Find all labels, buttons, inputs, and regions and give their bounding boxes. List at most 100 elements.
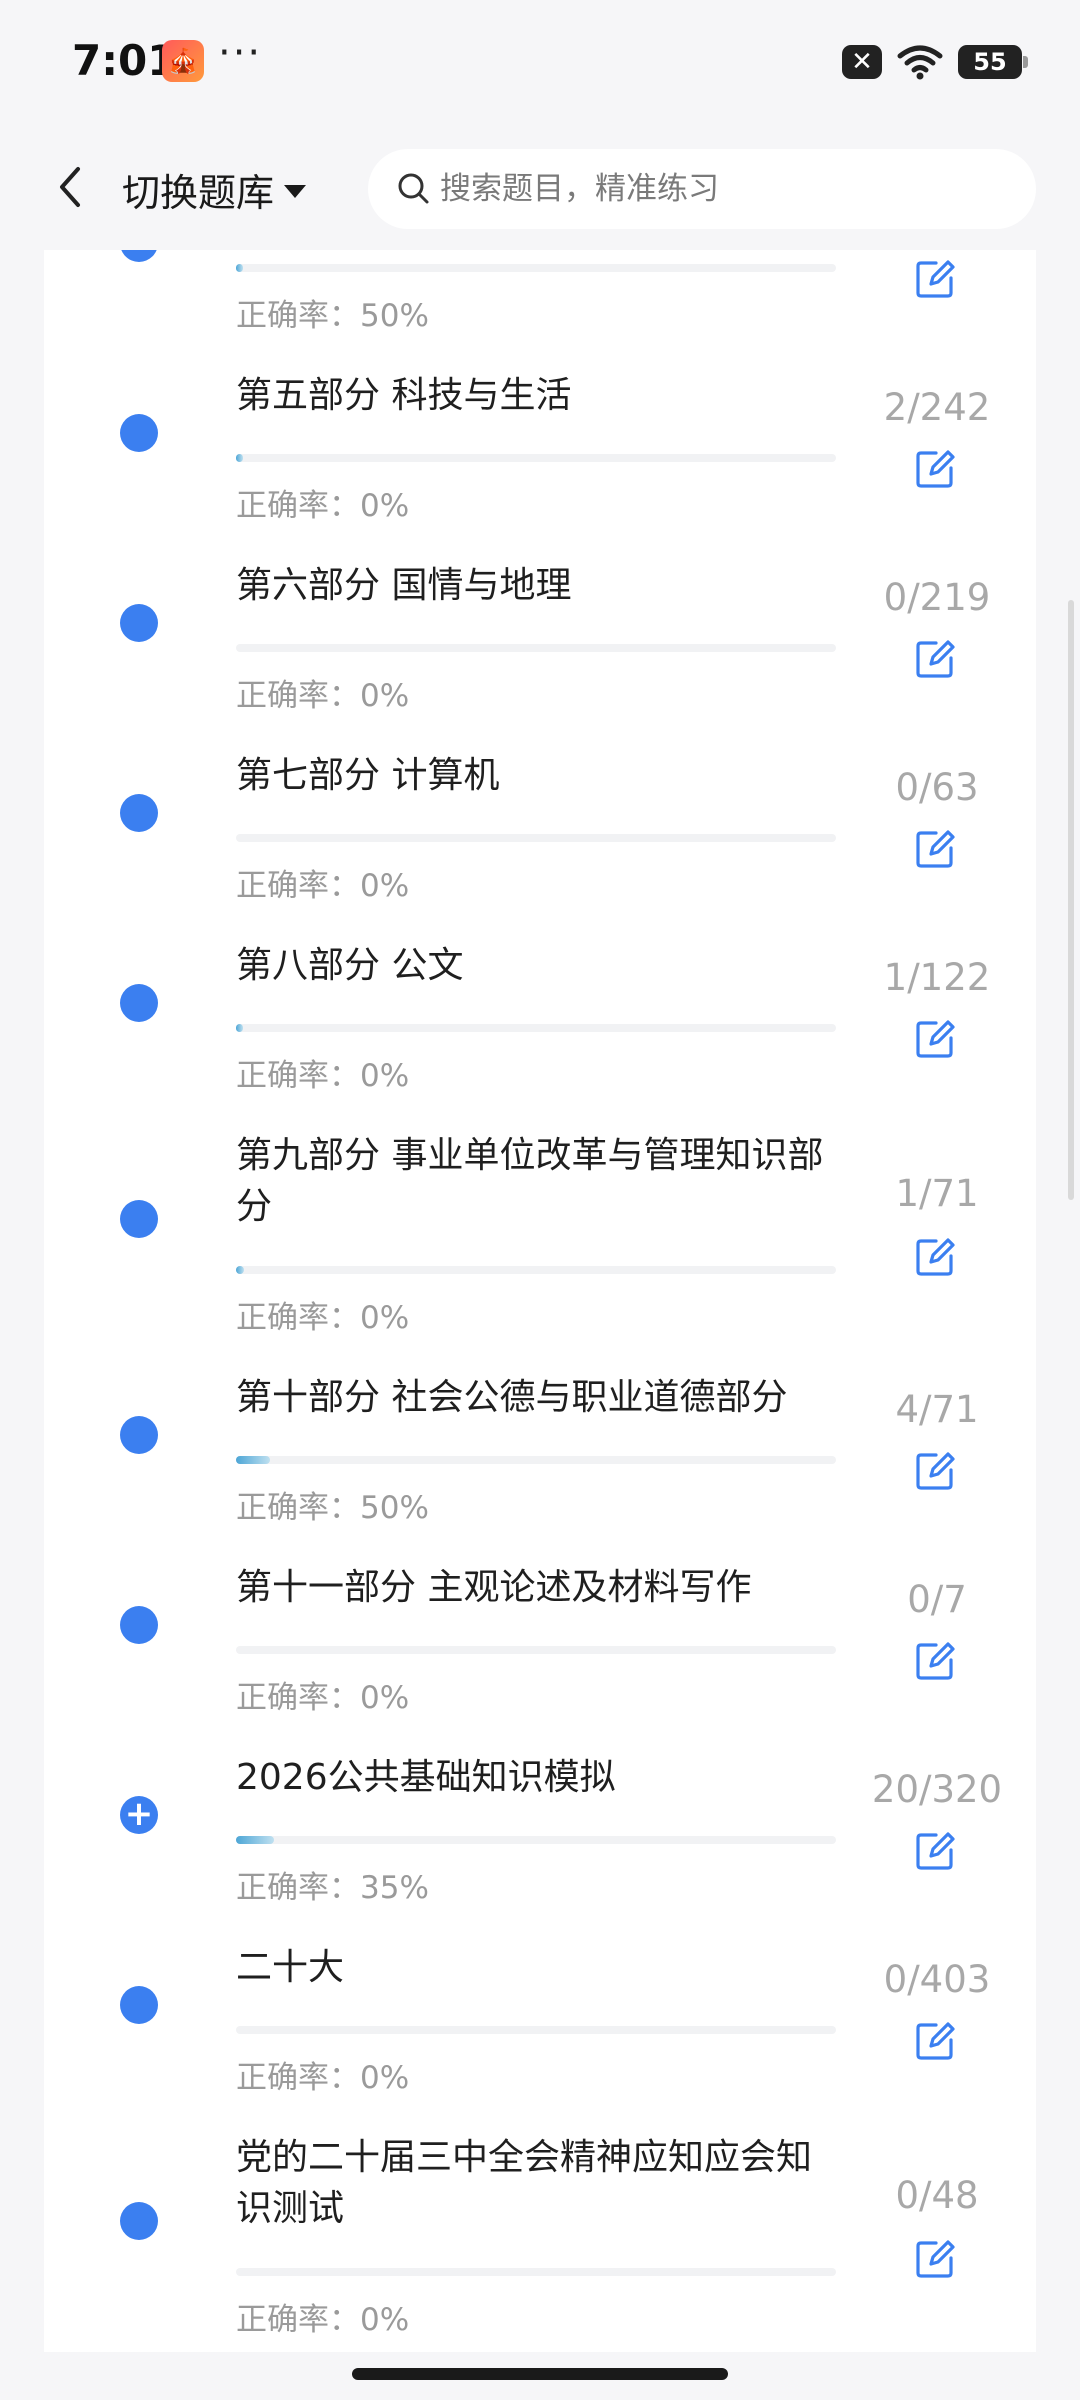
status-dot [120,794,158,832]
chapter-title: 第十部分 社会公德与职业道德部分 [236,1377,788,1418]
chapter-title: 二十大 [236,1947,345,1988]
chapter-list: 正确率：50%1/255 第五部分 科技与生活正确率：0% 2/242 第六部分 国情… [44,250,1036,2342]
progress-bar [236,1646,836,1654]
search-icon [398,173,429,204]
accuracy-rate: 正确率：0% [236,2060,410,2096]
back-icon[interactable] [42,157,102,217]
edit-icon[interactable] [910,254,960,304]
more-notifications-icon: ··· [218,30,263,76]
home-indicator[interactable] [352,2368,728,2380]
chapter-row[interactable]: +2026公共基础知识模拟正确率：35% 20/320 [44,1720,1036,1910]
progress-bar [236,1024,836,1032]
chapter-row[interactable]: 党的二十届三中全会精神应知应会知识测试正确率：0% 0/48 [44,2100,1036,2342]
status-dot [120,984,158,1022]
accuracy-rate: 正确率：0% [236,1680,410,1716]
chapter-row[interactable]: 第六部分 国情与地理正确率：0% 0/219 [44,528,1036,718]
progress-fill [236,1266,245,1274]
accuracy-rate: 正确率：50% [236,1490,429,1526]
accuracy-rate: 正确率：0% [236,678,410,714]
status-dot [120,1986,158,2024]
edit-icon[interactable] [910,2016,960,2066]
question-count: 0/48 [895,2174,979,2217]
chapter-row[interactable]: 正确率：50%1/255 [44,250,1036,338]
status-dot [120,2202,158,2240]
edit-icon[interactable] [910,2234,960,2284]
edit-icon[interactable] [910,1232,960,1282]
edit-icon[interactable] [910,634,960,684]
status-dot [120,250,158,262]
edit-icon[interactable] [910,1014,960,1064]
scrollbar[interactable] [1068,600,1074,1200]
edit-icon[interactable] [910,1826,960,1876]
status-dot [120,1416,158,1454]
question-count: 4/71 [895,1388,979,1431]
chapter-title: 第五部分 科技与生活 [236,375,572,416]
search-input[interactable] [438,170,1002,208]
question-count: 2/242 [883,386,991,429]
chapter-row[interactable]: 第十一部分 主观论述及材料写作正确率：0% 0/7 [44,1530,1036,1720]
status-bar: 7:01 🎪 ··· ✕ 55 [0,0,1080,125]
search-bar[interactable] [368,149,1036,229]
chapter-row[interactable]: 第十部分 社会公德与职业道德部分正确率：50% 4/71 [44,1340,1036,1530]
question-bank-list: 正确率：50%1/255 第五部分 科技与生活正确率：0% 2/242 第六部分 国情… [44,250,1036,2352]
chapter-title: 党的二十届三中全会精神应知应会知识测试 [236,2137,813,2229]
question-count: 0/403 [883,1958,991,2001]
edit-icon[interactable] [910,444,960,494]
top-nav: 切换题库 [0,125,1080,250]
chapter-title: 第八部分 公文 [236,945,464,986]
edit-icon[interactable] [910,824,960,874]
accuracy-rate: 正确率：50% [236,298,429,334]
progress-bar [236,2026,836,2034]
status-time: 7:01 [72,36,177,85]
accuracy-rate: 正确率：35% [236,1870,429,1906]
switch-bank-dropdown[interactable]: 切换题库 [122,161,307,217]
progress-bar [236,1266,836,1274]
accuracy-rate: 正确率：0% [236,1300,410,1336]
progress-bar [236,1836,836,1844]
close-badge-icon: ✕ [842,45,882,79]
accuracy-rate: 正确率：0% [236,488,410,524]
caret-down-icon [284,184,307,198]
progress-fill [236,1024,244,1032]
question-count: 0/7 [907,1578,967,1621]
app-notification-icon: 🎪 [162,40,204,82]
question-count: 20/320 [871,1768,1003,1811]
chapter-row[interactable]: 二十大正确率：0% 0/403 [44,1910,1036,2100]
wifi-icon [897,45,943,80]
chapter-title: 第六部分 国情与地理 [236,565,572,606]
accuracy-rate: 正确率：0% [236,868,410,904]
progress-bar [236,644,836,652]
question-count: 0/63 [895,766,979,809]
edit-icon[interactable] [910,1636,960,1686]
battery-icon: 55 [958,45,1028,79]
add-circle-icon[interactable]: + [120,1796,158,1834]
progress-fill [236,454,244,462]
chapter-title: 2026公共基础知识模拟 [236,1757,616,1798]
accuracy-rate: 正确率：0% [236,2302,410,2338]
progress-bar [236,834,836,842]
edit-icon[interactable] [910,1446,960,1496]
progress-fill [236,1456,270,1464]
question-count: 0/219 [883,576,991,619]
status-dot [120,604,158,642]
progress-fill [236,1836,274,1844]
chapter-title: 第十一部分 主观论述及材料写作 [236,1567,752,1608]
accuracy-rate: 正确率：0% [236,1058,410,1094]
chapter-row[interactable]: 第五部分 科技与生活正确率：0% 2/242 [44,338,1036,528]
chapter-row[interactable]: 第八部分 公文正确率：0% 1/122 [44,908,1036,1098]
question-count: 1/71 [895,1172,979,1215]
progress-bar [236,264,836,272]
progress-bar [236,1456,836,1464]
chapter-title: 第七部分 计算机 [236,755,500,796]
chapter-row[interactable]: 第七部分 计算机正确率：0% 0/63 [44,718,1036,908]
status-dot [120,1200,158,1238]
question-count: 1/122 [883,956,991,999]
status-indicators: ✕ 55 [842,42,1028,82]
progress-bar [236,454,836,462]
status-dot [120,1606,158,1644]
chapter-title: 第九部分 事业单位改革与管理知识部分 [236,1135,824,1227]
status-dot [120,414,158,452]
progress-bar [236,2268,836,2276]
chapter-row[interactable]: 第九部分 事业单位改革与管理知识部分正确率：0% 1/71 [44,1098,1036,1340]
progress-fill [236,264,244,272]
